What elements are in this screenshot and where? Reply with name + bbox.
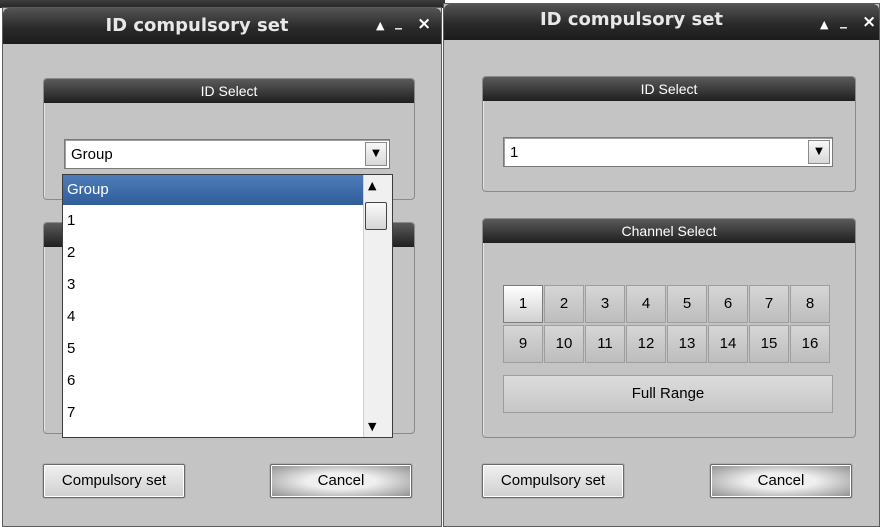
window-title: ID compulsory set: [105, 15, 289, 36]
title-bar[interactable]: ID compulsory set ▲ _ ×: [444, 4, 879, 40]
restore-icon[interactable]: ▲: [376, 19, 384, 32]
close-icon[interactable]: ×: [417, 14, 431, 34]
cancel-button[interactable]: Cancel: [270, 464, 412, 498]
channel-button-7[interactable]: 7: [749, 285, 789, 323]
channel-button-12[interactable]: 12: [626, 325, 666, 363]
restore-icon[interactable]: ▲: [820, 18, 828, 31]
chevron-down-icon[interactable]: ▼: [808, 140, 830, 164]
dropdown-scrollbar[interactable]: ▲ ▼: [363, 175, 392, 437]
id-select-header: ID Select: [44, 79, 414, 103]
channel-button-6[interactable]: 6: [708, 285, 748, 323]
channel-button-5[interactable]: 5: [667, 285, 707, 323]
dropdown-option[interactable]: 1: [63, 205, 363, 237]
id-select-dropdown-list[interactable]: Group 1 2 3 4 5 6 7 ▲ ▼: [62, 174, 393, 438]
dropdown-option[interactable]: 5: [63, 333, 363, 365]
scroll-up-icon[interactable]: ▲: [368, 179, 376, 192]
id-select-group: ID Select 1 ▼: [482, 76, 856, 192]
channel-button-16[interactable]: 16: [790, 325, 830, 363]
scroll-down-icon[interactable]: ▼: [368, 420, 376, 433]
channel-button-3[interactable]: 3: [585, 285, 625, 323]
channel-select-group: Channel Select 1 2 3 4 5 6 7 8 9 10 11 1…: [482, 218, 856, 438]
channel-button-14[interactable]: 14: [708, 325, 748, 363]
channel-button-11[interactable]: 11: [585, 325, 625, 363]
scroll-thumb[interactable]: [365, 202, 387, 230]
dropdown-option[interactable]: 2: [63, 237, 363, 269]
dropdown-option[interactable]: Group: [63, 175, 363, 205]
dialog-right: ID compulsory set ▲ _ × ID Select 1 ▼ Ch…: [443, 3, 880, 527]
channel-button-13[interactable]: 13: [667, 325, 707, 363]
id-select-combobox[interactable]: Group ▼: [64, 139, 390, 169]
compulsory-set-button[interactable]: Compulsory set: [43, 464, 185, 498]
id-select-value: 1: [510, 144, 519, 161]
cancel-button[interactable]: Cancel: [710, 464, 852, 498]
full-range-button[interactable]: Full Range: [503, 375, 833, 413]
chevron-down-icon[interactable]: ▼: [365, 142, 387, 166]
channel-button-10[interactable]: 10: [544, 325, 584, 363]
channel-button-8[interactable]: 8: [790, 285, 830, 323]
id-select-header: ID Select: [483, 77, 855, 101]
channel-select-header: Channel Select: [483, 219, 855, 243]
id-select-value: Group: [71, 146, 113, 163]
channel-button-2[interactable]: 2: [544, 285, 584, 323]
close-icon[interactable]: ×: [862, 12, 876, 32]
dropdown-option[interactable]: 3: [63, 269, 363, 301]
channel-button-4[interactable]: 4: [626, 285, 666, 323]
window-title: ID compulsory set: [539, 9, 724, 30]
title-bar[interactable]: ID compulsory set ▲ _ ×: [3, 8, 441, 44]
id-select-combobox[interactable]: 1 ▼: [503, 137, 833, 167]
dropdown-option[interactable]: 6: [63, 365, 363, 397]
dropdown-options: Group 1 2 3 4 5 6 7: [63, 175, 363, 429]
compulsory-set-button[interactable]: Compulsory set: [482, 464, 624, 498]
dropdown-option[interactable]: 7: [63, 397, 363, 429]
channel-button-9[interactable]: 9: [503, 325, 543, 363]
minimize-icon[interactable]: _: [840, 13, 847, 29]
minimize-icon[interactable]: _: [395, 14, 402, 30]
dropdown-option[interactable]: 4: [63, 301, 363, 333]
channel-button-1[interactable]: 1: [503, 285, 543, 323]
channel-button-15[interactable]: 15: [749, 325, 789, 363]
